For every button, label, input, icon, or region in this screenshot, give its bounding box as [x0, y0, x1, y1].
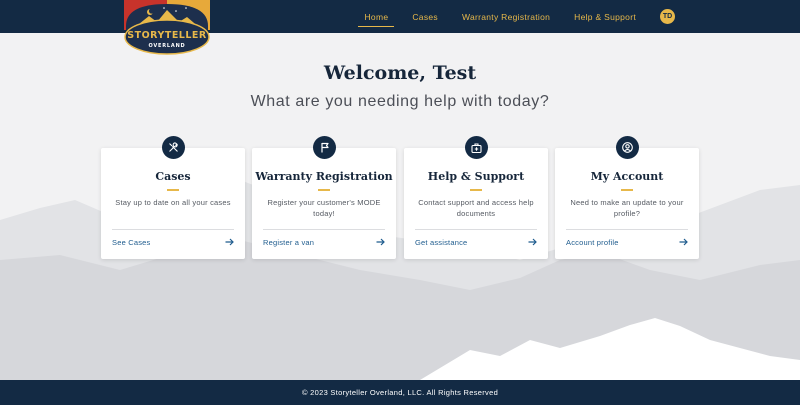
- user-avatar[interactable]: TD: [660, 9, 675, 24]
- card-title: Cases: [155, 170, 191, 183]
- link-label: See Cases: [112, 237, 151, 247]
- main-nav: Home Cases Warranty Registration Help & …: [352, 0, 800, 33]
- get-assistance-link[interactable]: Get assistance: [415, 236, 537, 248]
- svg-text:STORYTELLER: STORYTELLER: [127, 30, 207, 41]
- divider: [112, 229, 234, 230]
- title-underline: [318, 189, 330, 191]
- copyright-text: © 2023 Storyteller Overland, LLC. All Ri…: [301, 388, 499, 397]
- storyteller-overland-logo[interactable]: STORYTELLER OVERLAND: [124, 0, 210, 56]
- see-cases-link[interactable]: See Cases: [112, 236, 234, 248]
- arrow-right-icon: [376, 238, 385, 246]
- card-description: Need to make an update to your profile?: [570, 198, 684, 218]
- divider: [566, 229, 688, 230]
- card-cases: Cases Stay up to date on all your cases …: [101, 136, 245, 259]
- footer: © 2023 Storyteller Overland, LLC. All Ri…: [0, 380, 800, 405]
- arrow-right-icon: [679, 238, 688, 246]
- user-circle-icon: [616, 136, 639, 159]
- link-label: Register a van: [263, 237, 315, 247]
- tools-icon: [162, 136, 185, 159]
- svg-text:OVERLAND: OVERLAND: [148, 43, 185, 49]
- card-warranty-registration: Warranty Registration Register your cust…: [252, 136, 396, 259]
- card-title: Help & Support: [427, 170, 525, 183]
- card-title: My Account: [590, 170, 664, 183]
- card-description: Register your customer's MODE today!: [267, 198, 381, 218]
- title-underline: [167, 189, 179, 191]
- nav-help-support[interactable]: Help & Support: [562, 0, 648, 33]
- divider: [263, 229, 385, 230]
- title-underline: [621, 189, 633, 191]
- arrow-right-icon: [225, 238, 234, 246]
- nav-cases[interactable]: Cases: [400, 0, 450, 33]
- nav-home[interactable]: Home: [352, 0, 400, 33]
- card-help-support: Help & Support Contact support and acces…: [404, 136, 548, 259]
- card-title: Warranty Registration: [255, 170, 393, 183]
- register-van-link[interactable]: Register a van: [263, 236, 385, 248]
- page-title: Welcome, Test: [323, 62, 477, 84]
- card-description: Stay up to date on all your cases: [115, 198, 231, 207]
- card-description: Contact support and access help document…: [418, 198, 534, 218]
- flag-icon: [313, 136, 336, 159]
- card-my-account: My Account Need to make an update to you…: [555, 136, 699, 259]
- arrow-right-icon: [528, 238, 537, 246]
- divider: [415, 229, 537, 230]
- top-navigation-bar: Home Cases Warranty Registration Help & …: [0, 0, 800, 33]
- nav-warranty-registration[interactable]: Warranty Registration: [450, 0, 562, 33]
- link-label: Account profile: [566, 237, 619, 247]
- page-subtitle: What are you needing help with today?: [250, 93, 550, 110]
- account-profile-link[interactable]: Account profile: [566, 236, 688, 248]
- title-underline: [470, 189, 482, 191]
- first-aid-kit-icon: [465, 136, 488, 159]
- link-label: Get assistance: [415, 237, 468, 247]
